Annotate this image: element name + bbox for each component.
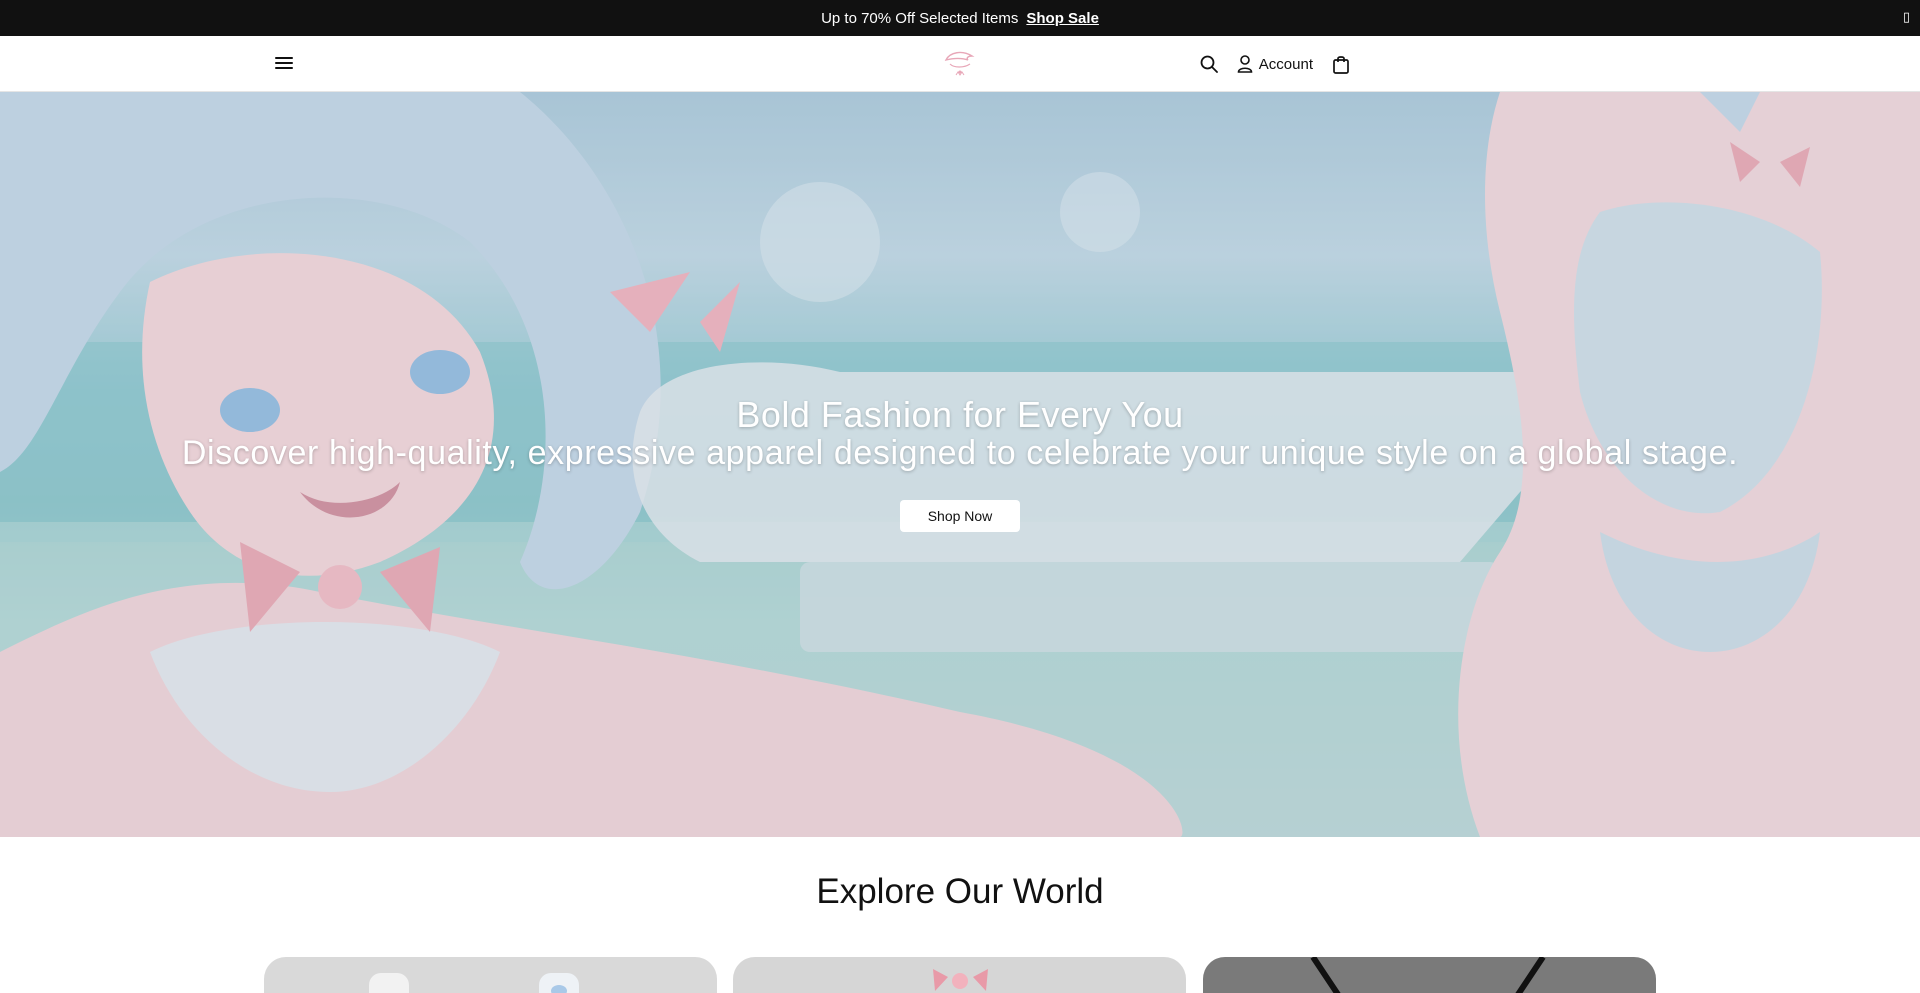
hero-subtitle: Discover high-quality, expressive appare… xyxy=(181,434,1739,472)
account-link[interactable]: Account xyxy=(1237,55,1313,73)
shop-now-button[interactable]: Shop Now xyxy=(900,500,1020,532)
hero-title: Bold Fashion for Every You xyxy=(736,394,1184,435)
collection-card-1[interactable] xyxy=(264,957,717,993)
user-icon xyxy=(1237,55,1253,73)
hero-banner: Bold Fashion for Every You Discover high… xyxy=(0,92,1920,837)
site-header: Account xyxy=(0,36,1920,92)
hamburger-menu-icon[interactable] xyxy=(272,54,296,74)
collection-card-2[interactable] xyxy=(733,957,1186,993)
collection-card-3[interactable] xyxy=(1203,957,1656,993)
account-label: Account xyxy=(1258,55,1313,73)
shop-sale-link[interactable]: Shop Sale xyxy=(1026,10,1099,27)
shark-logo-icon[interactable] xyxy=(940,46,980,82)
announcement-bar: Up to 70% Off Selected Items Shop Sale ▯ xyxy=(0,0,1920,36)
header-actions: Account xyxy=(1197,36,1353,92)
announcement-close-icon[interactable]: ▯ xyxy=(1903,9,1910,25)
search-icon[interactable] xyxy=(1197,52,1221,76)
announcement-message: Up to 70% Off Selected Items xyxy=(821,9,1019,27)
explore-heading: Explore Our World xyxy=(816,872,1104,911)
shopping-bag-icon[interactable] xyxy=(1329,52,1353,76)
